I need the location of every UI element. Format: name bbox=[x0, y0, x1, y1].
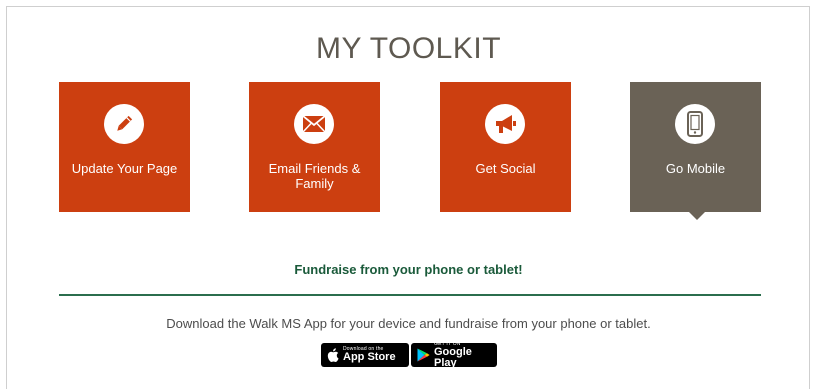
google-play-icon bbox=[417, 348, 430, 362]
apple-icon bbox=[327, 348, 339, 362]
megaphone-icon bbox=[485, 104, 525, 144]
envelope-icon bbox=[294, 104, 334, 144]
tile-get-social[interactable]: Get Social bbox=[440, 82, 571, 212]
google-play-button[interactable]: GET IT ON Google Play bbox=[411, 341, 497, 369]
google-play-big-text: Google Play bbox=[434, 345, 472, 369]
tile-label: Update Your Page bbox=[71, 161, 178, 176]
active-tile-pointer bbox=[689, 212, 705, 220]
mobile-description: Download the Walk MS App for your device… bbox=[166, 316, 651, 331]
tile-email-friends-family[interactable]: Email Friends & Family bbox=[249, 82, 380, 212]
tile-update-your-page[interactable]: Update Your Page bbox=[59, 82, 190, 212]
tile-label: Get Social bbox=[475, 161, 536, 176]
pencil-icon bbox=[104, 104, 144, 144]
tile-go-mobile[interactable]: Go Mobile bbox=[630, 82, 761, 212]
app-store-big-text: App Store bbox=[343, 351, 396, 363]
mobile-phone-icon bbox=[675, 104, 715, 144]
divider bbox=[59, 294, 761, 296]
mobile-heading: Fundraise from your phone or tablet! bbox=[294, 262, 523, 277]
tile-label: Email Friends & Family bbox=[268, 161, 361, 191]
page-title: MY TOOLKIT bbox=[315, 32, 502, 65]
tile-label: Go Mobile bbox=[665, 161, 726, 176]
app-store-button[interactable]: Download on the App Store bbox=[321, 343, 409, 367]
